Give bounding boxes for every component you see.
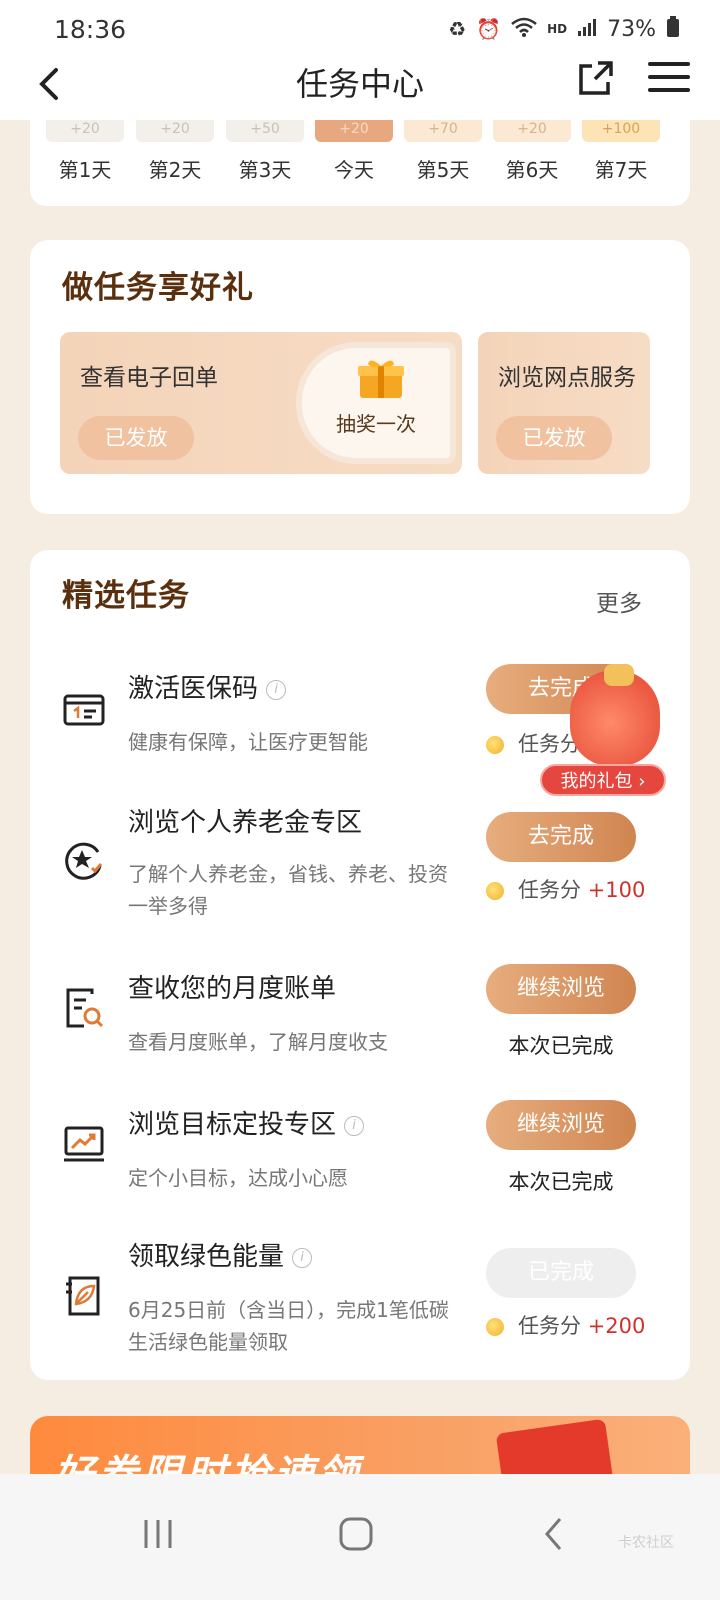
completed-status: 本次已完成 xyxy=(508,1034,614,1058)
continue-browse-button[interactable]: 继续浏览 xyxy=(486,1100,636,1150)
my-gift-float[interactable]: 我的礼包 › xyxy=(540,664,670,804)
gift-task-card: 做任务享好礼 查看电子回单 已发放 抽奖一次 浏览网点服务 已发放 xyxy=(30,240,690,514)
system-back-icon xyxy=(545,1518,562,1550)
bill-search-icon xyxy=(66,988,104,1028)
trend-chart-icon xyxy=(64,1126,104,1162)
info-icon[interactable]: i xyxy=(292,1247,313,1268)
task-name: 浏览个人养老金专区 xyxy=(128,808,363,838)
task-desc: 定个小目标，达成小心愿 xyxy=(128,1166,348,1190)
checkin-day: 第7天 xyxy=(594,158,648,182)
checkin-day-today: 今天 xyxy=(334,158,374,182)
task-desc: 了解个人养老金，省钱、养老、投资一举多得 xyxy=(128,862,448,918)
task-reward: 任务分 +200 xyxy=(486,1310,656,1340)
gift-task-name: 查看电子回单 xyxy=(80,365,218,391)
coin-icon xyxy=(486,736,504,754)
gift-box-icon xyxy=(358,360,404,398)
checkin-reward: +20 xyxy=(46,120,124,142)
recent-apps-icon xyxy=(144,1520,172,1548)
status-icons: ♻ ⏰ HD 73% xyxy=(448,15,680,43)
task-name: 查收您的月度账单 xyxy=(128,974,337,1004)
home-icon xyxy=(339,1517,373,1551)
prize-badge: 抽奖一次 xyxy=(296,342,456,464)
alarm-icon: ⏰ xyxy=(476,17,502,41)
checkin-day: 第1天 xyxy=(58,158,112,182)
more-link[interactable]: 更多 xyxy=(596,584,642,618)
checkin-reward: +20 xyxy=(493,120,571,142)
checkin-reward: +70 xyxy=(404,120,482,142)
status-time: 18:36 xyxy=(54,14,127,44)
menu-button[interactable] xyxy=(648,62,690,96)
pension-star-icon xyxy=(65,842,103,880)
section-title-gift: 做任务享好礼 xyxy=(60,262,272,307)
green-energy-icon xyxy=(66,1276,100,1316)
system-back-button[interactable] xyxy=(524,1504,584,1564)
battery-percent: 73% xyxy=(607,16,656,42)
checkin-day: 第3天 xyxy=(238,158,292,182)
task-desc: 健康有保障，让医疗更智能 xyxy=(128,730,368,754)
task-item: 领取绿色能量 i 6月25日前（含当日），完成1笔低碳生活绿色能量领取 已完成 任… xyxy=(30,1234,690,1364)
coin-icon xyxy=(486,882,504,900)
issued-button[interactable]: 已发放 xyxy=(78,416,194,460)
gift-task-name: 浏览网点服务 xyxy=(498,365,636,391)
checkin-card: +20 +20 +50 +20 +70 +20 +100 第1天 第2天 第3天… xyxy=(30,120,690,206)
my-gift-label: 我的礼包 › xyxy=(540,764,666,796)
medical-card-icon xyxy=(63,694,105,726)
go-complete-button[interactable]: 去完成 xyxy=(486,812,636,862)
battery-saver-icon: ♻ xyxy=(448,17,467,41)
signal-icon xyxy=(577,17,597,42)
issued-button[interactable]: 已发放 xyxy=(496,416,612,460)
watermark: 卡农社区 xyxy=(618,1535,674,1551)
completed-button[interactable]: 已完成 xyxy=(486,1248,636,1298)
home-button[interactable] xyxy=(326,1504,386,1564)
share-icon xyxy=(579,61,613,95)
coin-icon xyxy=(486,1318,504,1336)
wifi-icon xyxy=(511,16,537,43)
task-item: 查收您的月度账单 查看月度账单，了解月度收支 继续浏览 本次已完成 xyxy=(30,964,690,1096)
task-desc: 6月25日前（含当日），完成1笔低碳生活绿色能量领取 xyxy=(128,1298,449,1354)
share-button[interactable] xyxy=(578,60,614,96)
system-nav-bar: 卡农社区 xyxy=(0,1474,720,1600)
completed-status: 本次已完成 xyxy=(508,1170,614,1194)
task-name: 领取绿色能量 i xyxy=(128,1236,313,1273)
checkin-day: 第5天 xyxy=(416,158,470,182)
status-bar: 18:36 ♻ ⏰ HD 73% xyxy=(0,0,720,58)
checkin-reward: +20 xyxy=(136,120,214,142)
task-name: 浏览目标定投专区 i xyxy=(128,1104,365,1141)
checkin-day: 第2天 xyxy=(148,158,202,182)
task-reward: 任务分 +100 xyxy=(486,874,656,904)
task-item: 浏览目标定投专区 i 定个小目标，达成小心愿 继续浏览 本次已完成 xyxy=(30,1100,690,1232)
checkin-reward: +100 xyxy=(582,120,660,142)
checkin-day: 第6天 xyxy=(505,158,559,182)
hd-label: HD xyxy=(547,22,568,36)
app-header: 任务中心 xyxy=(0,58,720,120)
section-title-featured: 精选任务 xyxy=(60,570,201,615)
task-item: 浏览个人养老金专区 了解个人养老金，省钱、养老、投资一举多得 去完成 任务分 +… xyxy=(30,798,690,928)
task-desc: 查看月度账单，了解月度收支 xyxy=(128,1030,388,1054)
task-name: 激活医保码 i xyxy=(128,668,287,705)
battery-icon xyxy=(666,15,680,43)
gift-task-item[interactable]: 查看电子回单 已发放 抽奖一次 xyxy=(60,332,462,474)
gift-task-item[interactable]: 浏览网点服务 已发放 xyxy=(478,332,650,474)
checkin-reward-today: +20 xyxy=(315,120,393,142)
prize-label: 抽奖一次 xyxy=(336,412,416,436)
checkin-reward: +50 xyxy=(226,120,304,142)
recent-apps-button[interactable] xyxy=(128,1504,188,1564)
menu-icon xyxy=(648,62,690,66)
info-icon[interactable]: i xyxy=(266,679,287,700)
continue-browse-button[interactable]: 继续浏览 xyxy=(486,964,636,1014)
info-icon[interactable]: i xyxy=(344,1115,365,1136)
